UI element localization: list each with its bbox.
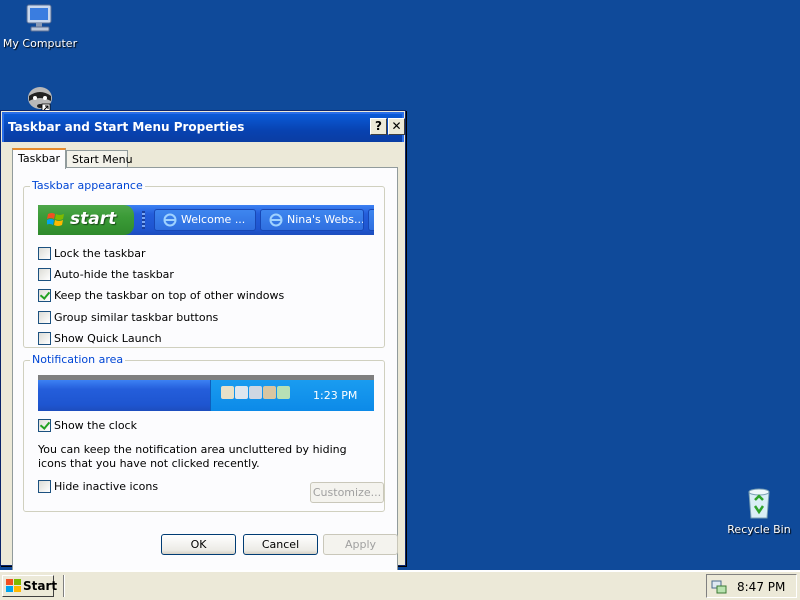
windows-flag-icon [47, 213, 64, 226]
checkbox-label: Group similar taskbar buttons [54, 311, 219, 324]
properties-window: Taskbar and Start Menu Properties ? ✕ Ta… [0, 110, 406, 583]
notification-preview: 1:23 PM [38, 375, 374, 411]
taskbar-grip [142, 211, 145, 229]
hide-inactive-option[interactable]: Hide inactive icons [38, 480, 158, 496]
tab-start-menu[interactable]: Start Menu [66, 150, 133, 168]
hide-inactive-checkbox[interactable] [38, 480, 51, 493]
ie-icon [269, 213, 283, 227]
keep-on-top-option[interactable]: Keep the taskbar on top of other windows [38, 289, 284, 305]
desktop-icon-label: My Computer [2, 37, 78, 50]
tray-printer-icon [277, 386, 290, 399]
checkbox-label: Keep the taskbar on top of other windows [54, 289, 285, 302]
start-button[interactable]: Start [2, 575, 58, 597]
checkbox-label: Auto-hide the taskbar [54, 268, 174, 281]
lock-taskbar-option[interactable]: Lock the taskbar [38, 247, 146, 263]
checkbox-label: Show Quick Launch [54, 332, 162, 345]
os-taskbar: Start 8:47 PM [0, 570, 800, 600]
preview-start-button: start [38, 205, 134, 235]
lock-taskbar-checkbox[interactable] [38, 247, 51, 260]
desktop-icon-label: Recycle Bin [727, 523, 791, 536]
show-clock-option[interactable]: Show the clock [38, 419, 137, 435]
ie-icon [163, 213, 177, 227]
system-tray: 8:47 PM [706, 574, 797, 598]
preview-task-button: Nina's Webs... [260, 209, 364, 231]
taskbar-appearance-group: Taskbar appearance start Welcome ... Nin… [23, 179, 385, 348]
preview-start-label: start [70, 209, 117, 229]
keep-on-top-checkbox[interactable] [38, 289, 51, 302]
checkbox-label: Show the clock [54, 419, 137, 432]
preview-task-button [368, 209, 374, 231]
preview-clock: 1:23 PM [313, 389, 358, 402]
quick-launch-checkbox[interactable] [38, 332, 51, 345]
tab-panel: Taskbar appearance start Welcome ... Nin… [12, 167, 398, 583]
computer-icon [26, 4, 52, 32]
preview-task-label: Welcome ... [181, 213, 246, 226]
apply-button[interactable]: Apply [323, 534, 398, 555]
group-legend: Notification area [30, 353, 126, 366]
ok-button[interactable]: OK [161, 534, 236, 555]
tray-icons [221, 386, 291, 402]
taskbar-separator [63, 575, 65, 597]
auto-hide-option[interactable]: Auto-hide the taskbar [38, 268, 174, 284]
help-button[interactable]: ? [370, 118, 387, 135]
show-clock-checkbox[interactable] [38, 419, 51, 432]
checkbox-label: Lock the taskbar [54, 247, 146, 260]
cancel-button[interactable]: Cancel [243, 534, 318, 555]
preview-task-button: Welcome ... [154, 209, 256, 231]
preview-task-label: Nina's Webs... [287, 213, 364, 226]
notification-description: You can keep the notification area unclu… [38, 443, 347, 470]
quick-launch-option[interactable]: Show Quick Launch [38, 332, 162, 348]
group-buttons-checkbox[interactable] [38, 311, 51, 324]
raccoon-icon [28, 87, 52, 112]
desktop-icon-recycle-bin[interactable]: Recycle Bin [719, 486, 799, 536]
notification-area-group: Notification area 1:23 PM Show the clock… [23, 353, 385, 512]
tray-network-icon [235, 386, 248, 399]
group-legend: Taskbar appearance [30, 179, 145, 192]
group-buttons-option[interactable]: Group similar taskbar buttons [38, 311, 218, 327]
tray-book-icon [263, 386, 276, 399]
auto-hide-checkbox[interactable] [38, 268, 51, 281]
window-title: Taskbar and Start Menu Properties [8, 120, 245, 134]
customize-button[interactable]: Customize... [310, 482, 384, 503]
preview-tray: 1:23 PM [210, 380, 374, 411]
desktop-icon-my-computer[interactable]: My Computer [0, 2, 80, 50]
start-label: Start [23, 579, 58, 593]
tab-taskbar[interactable]: Taskbar [12, 148, 66, 169]
taskbar-preview: start Welcome ... Nina's Webs... [38, 205, 374, 235]
windows-flag-icon [6, 579, 21, 592]
network-icon[interactable] [711, 579, 727, 595]
checkbox-label: Hide inactive icons [54, 480, 159, 493]
recycle-bin-icon [748, 488, 770, 519]
tray-monitor-icon [249, 386, 262, 399]
tray-clock[interactable]: 8:47 PM [737, 580, 785, 594]
tray-app-icon [221, 386, 234, 399]
close-button[interactable]: ✕ [388, 118, 405, 135]
title-bar[interactable]: Taskbar and Start Menu Properties ? ✕ [2, 112, 405, 142]
desktop-icon-shortcut[interactable] [0, 82, 80, 112]
